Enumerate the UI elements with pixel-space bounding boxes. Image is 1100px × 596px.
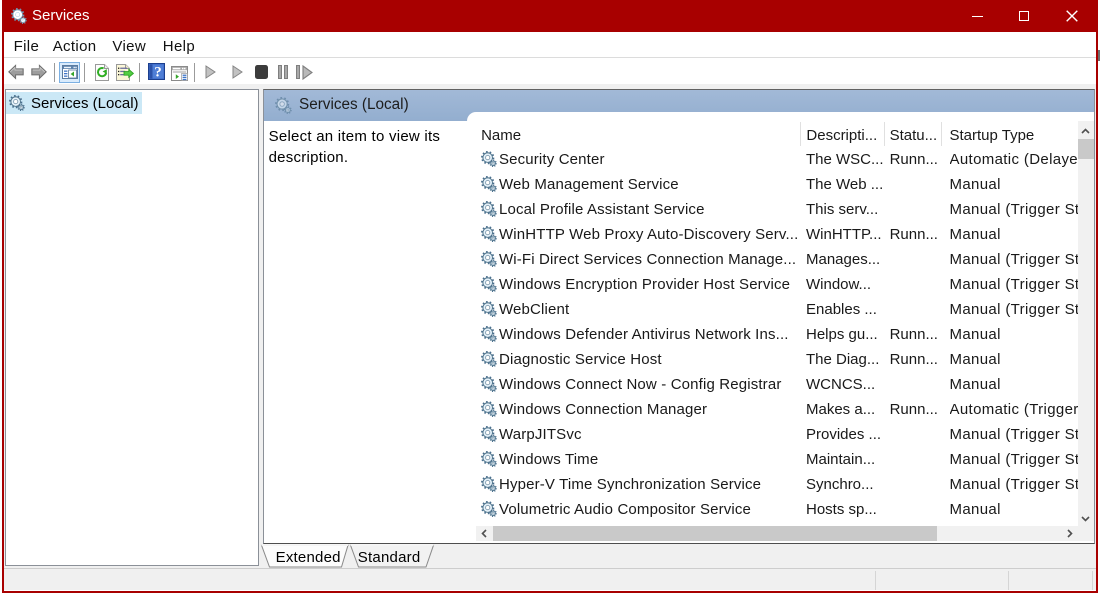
svg-text:?: ? xyxy=(154,65,162,81)
